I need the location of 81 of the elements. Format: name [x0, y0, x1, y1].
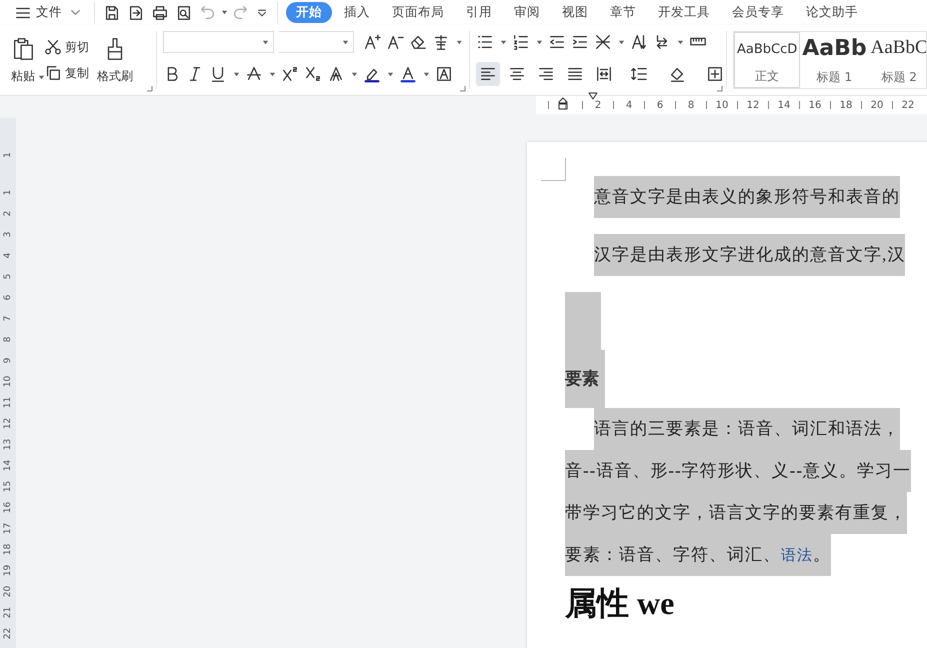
ribbon-tab[interactable]: 审阅	[504, 2, 550, 23]
cut-button[interactable]: 剪切	[44, 38, 89, 56]
copy-icon	[44, 64, 62, 82]
increase-font-size-button[interactable]	[363, 33, 382, 51]
document-heading: 属性 we	[565, 585, 674, 621]
align-distributed-icon	[595, 65, 613, 83]
shading-button[interactable]	[668, 65, 686, 83]
body-text: 要素：语音、字符、词汇、语法。	[565, 534, 831, 576]
caret-icon[interactable]	[500, 38, 507, 46]
decrease-indent-button[interactable]	[548, 33, 566, 51]
link[interactable]: 语法	[781, 546, 813, 564]
print-preview-icon[interactable]	[175, 4, 193, 22]
caret-icon[interactable]	[423, 70, 430, 78]
caret-icon[interactable]	[262, 38, 269, 46]
caret-icon[interactable]	[342, 38, 350, 46]
format-painter-label: 格式刷	[97, 68, 133, 85]
font-name-field[interactable]	[163, 31, 274, 53]
body-text: 带学习它的文字，语言文字的要素有重复，	[565, 492, 907, 534]
ribbon-tab[interactable]: 引用	[456, 2, 502, 23]
underline-button[interactable]	[209, 65, 227, 83]
ribbon-tab[interactable]: 页面布局	[382, 2, 454, 23]
dialog-launcher-icon[interactable]	[460, 86, 466, 92]
vertical-ruler: 1 1 2 3 4 5 6 7 8 9 10 11 12 13 14 15 16 17 18 19 20 21 22	[0, 118, 16, 648]
ribbon-tab[interactable]: 章节	[600, 2, 646, 23]
body-text: 意音文字是由表义的象形符号和表音的	[594, 176, 900, 218]
ribbon-tab[interactable]: 论文助手	[796, 2, 868, 23]
caret-icon[interactable]	[618, 38, 625, 46]
align-left-button[interactable]	[476, 62, 500, 86]
save-icon[interactable]	[103, 4, 121, 22]
ribbon-tab[interactable]: 会员专享	[722, 2, 794, 23]
align-justify-icon	[566, 65, 584, 83]
borders-button[interactable]	[706, 65, 724, 83]
body-text: 音--语音、形--字符形状、义--意义。学习一	[565, 450, 911, 492]
body-text: 汉字是由表形文字进化成的意音文字,汉	[594, 234, 906, 276]
ribbon-tab[interactable]: 插入	[334, 2, 380, 23]
text-effect-button[interactable]	[327, 65, 345, 83]
copy-button[interactable]: 复制	[44, 64, 89, 82]
paste-label: 粘贴	[11, 68, 35, 85]
body-text: 语言的三要素是：语音、词汇和语法，	[594, 408, 900, 450]
superscript-button[interactable]	[281, 65, 299, 83]
align-center-icon	[508, 65, 526, 83]
export-icon[interactable]	[127, 4, 145, 22]
paste-button[interactable]: 粘贴	[10, 35, 36, 85]
align-left-icon	[479, 65, 497, 83]
caret-icon[interactable]	[536, 38, 543, 46]
print-icon[interactable]	[151, 4, 169, 22]
format-painter-button[interactable]: 格式刷	[97, 35, 133, 85]
caret-icon[interactable]	[351, 70, 358, 78]
caret-icon[interactable]	[456, 38, 463, 46]
scissors-icon	[44, 38, 62, 56]
sort-button[interactable]	[630, 33, 648, 51]
subscript-button[interactable]	[304, 65, 322, 83]
decrease-font-size-button[interactable]	[386, 33, 404, 51]
dialog-launcher-icon[interactable]	[147, 86, 153, 92]
ribbon-tab[interactable]: 开发工具	[648, 2, 720, 23]
dialog-launcher-icon[interactable]	[717, 86, 723, 92]
align-right-icon	[537, 65, 555, 83]
caret-icon[interactable]	[677, 38, 684, 46]
ribbon-tab[interactable]: 视图	[552, 2, 598, 23]
margin-corner-mark	[541, 158, 566, 181]
caret-icon	[38, 74, 45, 81]
bullet-list-button[interactable]	[476, 33, 494, 51]
file-menu[interactable]: 文件	[14, 4, 89, 22]
caret-icon[interactable]	[221, 9, 228, 16]
character-border-button[interactable]	[435, 65, 453, 83]
style-preset[interactable]: AaBbCcD 正文	[734, 32, 800, 88]
chevron-down-icon	[70, 7, 81, 18]
clear-formatting-button[interactable]	[409, 33, 428, 51]
font-color-button[interactable]	[399, 65, 417, 83]
caret-icon[interactable]	[387, 70, 394, 78]
increase-indent-button[interactable]	[571, 33, 589, 51]
section-heading: 要素	[565, 350, 605, 408]
first-line-indent-icon[interactable]	[588, 92, 598, 100]
font-size-field[interactable]	[278, 31, 354, 53]
caret-icon[interactable]	[233, 70, 240, 78]
indent-marker-icon[interactable]	[558, 96, 568, 110]
line-spacing-button[interactable]	[630, 65, 648, 83]
style-preset[interactable]: AaBb 标题 1	[800, 32, 869, 88]
numbered-list-button[interactable]	[512, 33, 530, 51]
caret-icon[interactable]	[269, 70, 276, 78]
strikethrough-button[interactable]	[245, 65, 263, 83]
